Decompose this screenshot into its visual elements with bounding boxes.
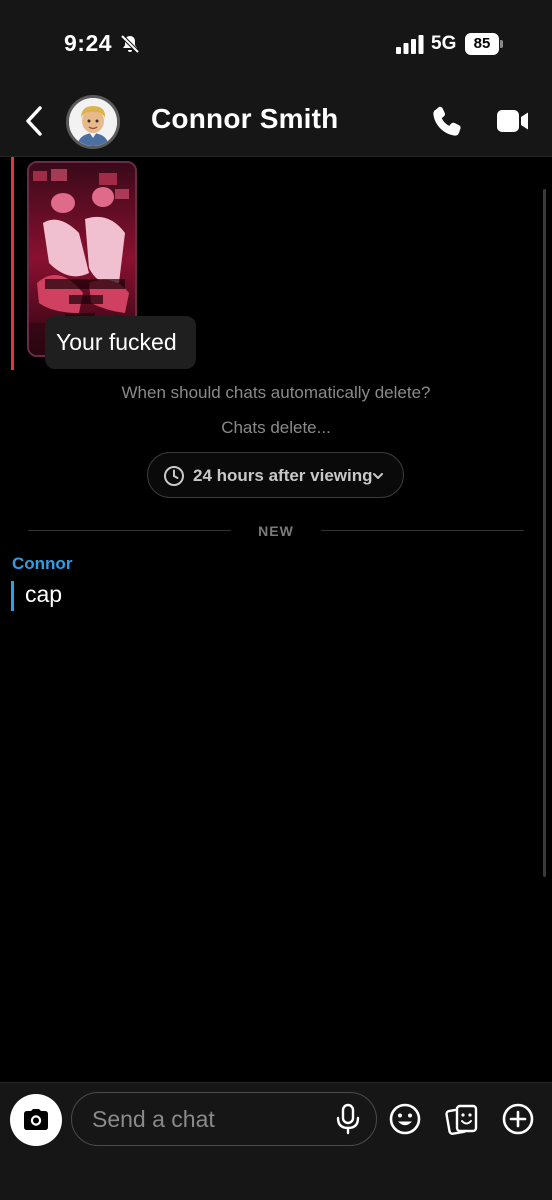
- camera-button[interactable]: [10, 1094, 62, 1146]
- contact-name[interactable]: Connor Smith: [151, 103, 339, 135]
- chats-delete-label: Chats delete...: [221, 418, 331, 437]
- bell-slash-icon: [120, 34, 140, 54]
- status-bar: 9:24 5G 85: [0, 0, 552, 88]
- sticker-icon[interactable]: [445, 1102, 479, 1136]
- emoji-icon[interactable]: [388, 1102, 422, 1136]
- sent-message-marker: [11, 157, 14, 370]
- camera-icon: [24, 1109, 48, 1130]
- phone-icon[interactable]: [431, 104, 465, 138]
- chat-input[interactable]: [71, 1092, 377, 1146]
- battery-level: 85: [465, 33, 499, 55]
- network-type: 5G: [431, 33, 457, 54]
- status-time: 9:24: [64, 30, 113, 56]
- chevron-down-icon: [373, 473, 383, 479]
- new-divider-line-left: [28, 530, 231, 531]
- chat-thread[interactable]: Your fucked When should chats automatica…: [0, 157, 552, 1082]
- mic-icon[interactable]: [334, 1103, 362, 1135]
- received-message-marker: [11, 581, 14, 611]
- battery-nub: [500, 40, 503, 48]
- auto-delete-value: 24 hours after viewing: [193, 466, 373, 485]
- back-chevron-icon[interactable]: [20, 104, 50, 138]
- sender-name: Connor: [12, 554, 73, 573]
- battery-indicator: 85: [465, 33, 503, 55]
- plus-icon[interactable]: [501, 1102, 535, 1136]
- new-divider-line-right: [321, 530, 524, 531]
- auto-delete-prompt: When should chats automatically delete?: [121, 383, 431, 402]
- clock-icon: [164, 466, 184, 486]
- video-icon[interactable]: [496, 106, 530, 136]
- composer-bar: [0, 1082, 552, 1200]
- scrollbar[interactable]: [543, 189, 546, 877]
- received-message[interactable]: cap: [25, 581, 62, 608]
- chat-header: Connor Smith: [0, 88, 552, 157]
- new-messages-label: NEW: [258, 523, 294, 539]
- auto-delete-dropdown[interactable]: 24 hours after viewing: [147, 452, 404, 498]
- bitmoji-avatar[interactable]: [66, 95, 120, 149]
- sent-message-bubble[interactable]: Your fucked: [45, 316, 196, 369]
- signal-icon: [396, 35, 424, 54]
- avatar-face-icon: [69, 98, 117, 146]
